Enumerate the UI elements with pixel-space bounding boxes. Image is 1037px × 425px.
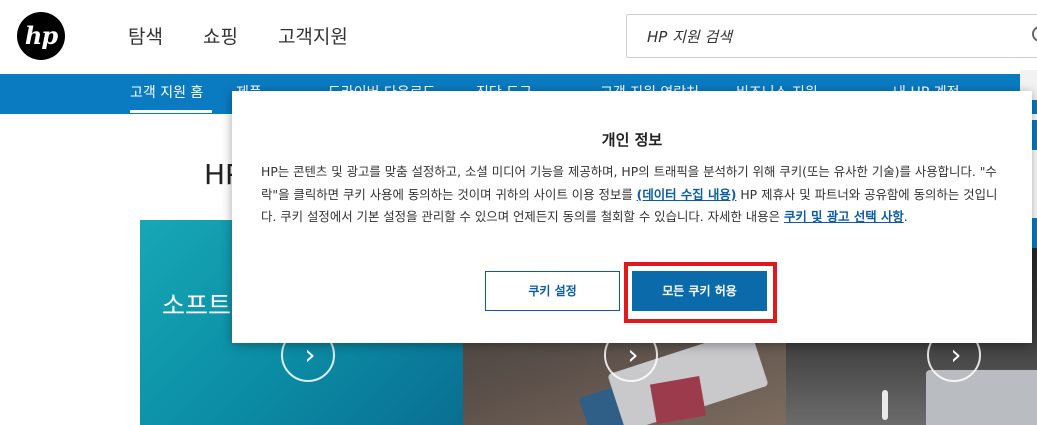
privacy-text-end: . [903, 209, 908, 225]
arrow-glyph: › [950, 338, 962, 371]
photo-pen [882, 390, 888, 420]
accept-button-highlight [624, 262, 777, 323]
active-tab-indicator [130, 110, 212, 113]
data-collection-link[interactable]: (데이터 수집 내용) [637, 187, 737, 202]
arrow-glyph: › [304, 338, 316, 371]
privacy-dialog-title: 개인 정보 [601, 131, 663, 149]
subnav-support-home[interactable]: 고객 지원 홈 [130, 82, 203, 102]
search-box [626, 14, 1037, 58]
arrow-glyph: › [627, 338, 639, 371]
site-header: hp 탐색 쇼핑 고객지원 [0, 0, 1037, 74]
search-icon[interactable] [1032, 26, 1037, 42]
search-input[interactable] [647, 25, 1027, 49]
page: hp 탐색 쇼핑 고객지원 고객 지원 홈 제품 ⌄ 드라이버 다운로드 진단 … [0, 0, 1037, 425]
hp-logo[interactable]: hp [17, 12, 65, 60]
hp-logo-text: hp [24, 21, 58, 50]
nav-support[interactable]: 고객지원 [278, 22, 348, 49]
top-nav: 탐색 쇼핑 고객지원 [128, 22, 388, 49]
cookie-choices-link[interactable]: 쿠키 및 광고 선택 사항 [784, 209, 904, 224]
photo-print [649, 375, 707, 425]
software-card-title: 소프트 [162, 291, 232, 320]
nav-shop[interactable]: 쇼핑 [203, 22, 238, 49]
nav-explore[interactable]: 탐색 [128, 22, 163, 49]
privacy-dialog-body: HP는 콘텐츠 및 광고를 맞춤 설정하고, 소셜 미디어 기능을 제공하며, … [261, 161, 1006, 229]
cookie-settings-button[interactable]: 쿠키 설정 [485, 271, 620, 311]
